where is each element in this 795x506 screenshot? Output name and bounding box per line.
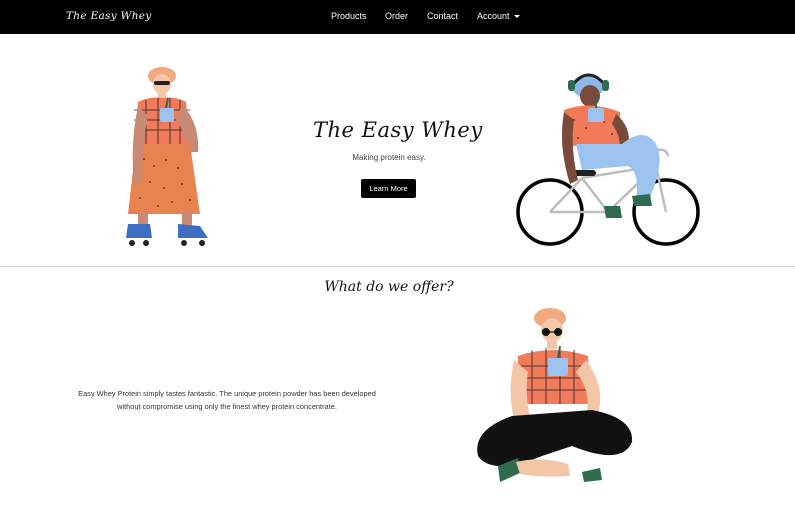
- nav-link-order[interactable]: Order: [385, 11, 408, 21]
- learn-more-button[interactable]: Learn More: [361, 179, 416, 198]
- nav-link-contact[interactable]: Contact: [427, 11, 458, 21]
- nav-link-products[interactable]: Products: [331, 11, 367, 21]
- offer-description: Easy Whey Protein simply tastes fantasti…: [78, 389, 376, 411]
- skater-illustration: [126, 67, 208, 246]
- section-divider: [0, 266, 795, 267]
- brand-logo[interactable]: The Easy Whey: [66, 10, 152, 22]
- cyclist-illustration: [516, 73, 700, 246]
- offer-section-title: What do we offer?: [324, 279, 454, 295]
- caret-down-icon: [513, 15, 520, 18]
- nav-dropdown-account[interactable]: Account: [477, 11, 520, 21]
- hero-title: The Easy Whey: [313, 118, 483, 142]
- nav-link-account-label: Account: [477, 11, 510, 21]
- top-navbar: The Easy Whey Products Order Contact Acc…: [0, 0, 795, 34]
- sitting-person-illustration: [477, 308, 633, 482]
- hero-subtitle: Making protein easy.: [352, 153, 426, 162]
